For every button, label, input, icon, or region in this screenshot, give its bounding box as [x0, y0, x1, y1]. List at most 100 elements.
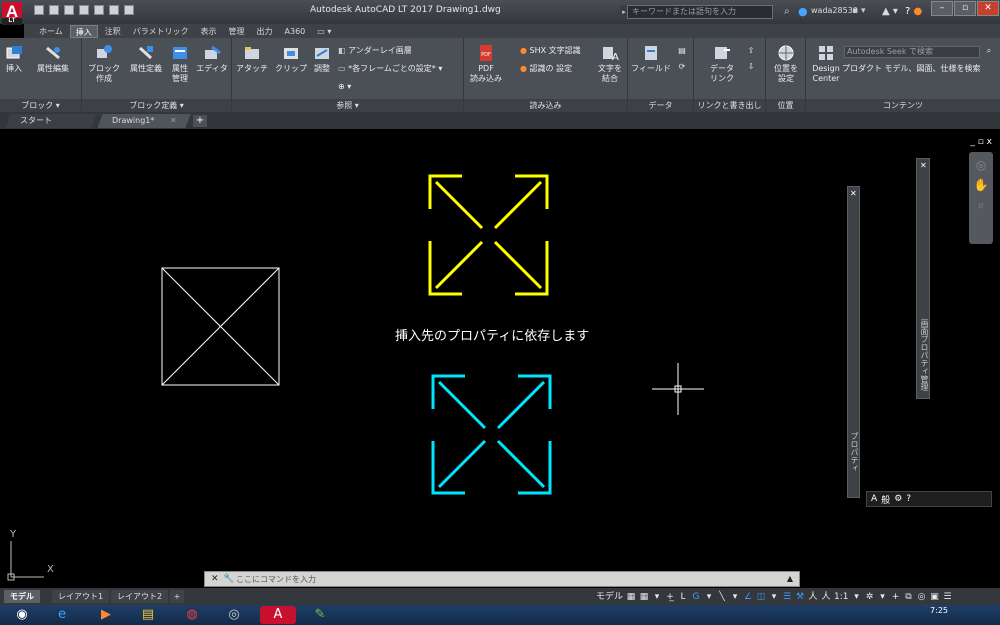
shx-recognition-button[interactable]: ● SHX 文字認識 [520, 46, 581, 56]
clip-button[interactable]: クリップ [274, 44, 308, 74]
frame-settings-dropdown[interactable]: ▭ *各フレームごとの設定* ▾ [338, 64, 442, 74]
command-line-close-icon[interactable]: ✕ [211, 574, 219, 584]
data-link-button[interactable]: データ リンク [704, 44, 740, 84]
add-layout-button[interactable]: + [170, 590, 184, 603]
tab-more[interactable]: ▭ ▾ [312, 25, 336, 38]
user-icon[interactable]: ● [798, 5, 810, 18]
tab-start[interactable]: スタート [5, 114, 97, 128]
tab-annotate[interactable]: 注釈 [100, 25, 126, 38]
tab-a360[interactable]: A360 [280, 25, 311, 38]
table-icon[interactable]: ▤ [675, 46, 689, 56]
screen-properties-palette-collapsed[interactable]: ✕ 画面プロパティ管理 [916, 158, 930, 399]
block-white[interactable] [161, 267, 280, 386]
redo-icon[interactable] [124, 5, 134, 15]
lineweight-icon[interactable]: ☰ [782, 591, 792, 603]
paint-icon[interactable]: ✎ [302, 606, 338, 624]
palette-close-icon[interactable]: ✕ [920, 161, 927, 170]
steering-wheel-icon[interactable]: ◎ [969, 158, 993, 172]
quick-properties-icon[interactable]: ⧉ [904, 591, 914, 603]
annotation-monitor-icon[interactable]: ⚒ [795, 591, 805, 603]
seek-search-input[interactable]: Autodesk Seek で検索 [844, 46, 980, 58]
autocad-taskbar-icon[interactable]: A [260, 606, 296, 624]
units-icon[interactable]: + [891, 591, 901, 603]
panel-block-definition-title[interactable]: ブロック定義 ▾ [82, 99, 231, 112]
object-snap-icon[interactable]: ◫ [756, 591, 766, 603]
tray-clock[interactable]: 7:25 [930, 606, 948, 615]
seek-search-icon[interactable]: ⌕ [982, 46, 996, 56]
recognition-settings-button[interactable]: ● 認識の 設定 [520, 64, 572, 74]
download-icon[interactable]: ⇩ [744, 62, 758, 72]
design-center-button[interactable]: Design Center [810, 44, 842, 84]
start-button[interactable]: ◉ [4, 606, 40, 624]
command-input[interactable]: ここにコマンドを入力 [236, 574, 316, 585]
snap-dropdown-icon[interactable]: ▾ [652, 591, 662, 603]
command-history-icon[interactable]: ▲ [787, 574, 793, 583]
help-icon[interactable]: ? ● [905, 5, 929, 18]
chrome-icon[interactable]: ◍ [174, 606, 210, 624]
binoculars-icon[interactable]: ⌕ [784, 6, 796, 17]
minimize-button[interactable]: – [931, 1, 953, 16]
tab-output[interactable]: 出力 [252, 25, 278, 38]
customization-menu-icon[interactable]: ☰ [943, 591, 953, 603]
ortho-icon[interactable]: L [678, 591, 688, 603]
layout-tab-1[interactable]: レイアウト1 [52, 590, 110, 603]
zoom-icon[interactable]: ⌕ [969, 198, 993, 213]
a360-icon[interactable]: ▲ ▾ [882, 5, 900, 18]
tab-view[interactable]: 表示 [196, 25, 222, 38]
tab-close-icon[interactable]: ✕ [170, 114, 177, 128]
isolate-objects-icon[interactable]: ◎ [917, 591, 927, 603]
polar-tracking-icon[interactable]: G [691, 591, 701, 603]
manage-attribute-button[interactable]: 属性 管理 [168, 44, 192, 84]
layout-tab-2[interactable]: レイアウト2 [111, 590, 169, 603]
pdf-import-button[interactable]: PDF PDF 読み込み [468, 44, 504, 84]
block-cyan[interactable] [431, 374, 552, 495]
clean-screen-icon[interactable]: ▣ [930, 591, 940, 603]
edit-attribute-button[interactable]: 属性編集 [32, 44, 74, 74]
new-tab-button[interactable]: + [193, 115, 207, 127]
save-icon[interactable] [64, 5, 74, 15]
isodraft-icon[interactable]: ╲ [717, 591, 727, 603]
pan-hand-icon[interactable]: ✋ [969, 178, 993, 192]
field-button[interactable]: フィールド [630, 44, 672, 74]
ime-mode-icon[interactable]: A [871, 494, 877, 504]
tab-parametric[interactable]: パラメトリック [128, 25, 194, 38]
navigation-bar[interactable]: ◎ ✋ ⌕ [969, 152, 993, 244]
command-line[interactable]: ✕ 🔧 ここにコマンドを入力 ▲ [204, 571, 800, 587]
annotation-scale[interactable]: 1:1 [834, 591, 848, 603]
file-explorer-icon[interactable]: ▤ [130, 606, 166, 624]
set-location-button[interactable]: 位置を 設定 [768, 44, 804, 84]
app-icon[interactable]: ◎ [216, 606, 252, 624]
layout-tab-model[interactable]: モデル [4, 590, 40, 603]
adjust-button[interactable]: 調整 [310, 44, 334, 74]
grid-icon[interactable]: ▦ [626, 591, 636, 603]
undo-icon[interactable] [109, 5, 119, 15]
polar-dropdown-icon[interactable]: ▾ [704, 591, 714, 603]
ime-tools-icon[interactable]: ⚙ [894, 494, 902, 504]
palette-close-icon[interactable]: ✕ [850, 189, 857, 198]
annotation-visibility-icon[interactable]: 人 [808, 591, 818, 603]
save-as-icon[interactable] [79, 5, 89, 15]
isodraft-dropdown-icon[interactable]: ▾ [730, 591, 740, 603]
properties-palette-collapsed[interactable]: ✕ プロパティ [847, 186, 860, 498]
open-file-icon[interactable] [49, 5, 59, 15]
search-input[interactable]: キーワードまたは語句を入力 [627, 5, 773, 19]
app-menu-button[interactable]: A LT [2, 2, 22, 25]
panel-reference-title[interactable]: 参照 ▾ [232, 99, 463, 112]
workspace-dropdown-icon[interactable]: ▾ [878, 591, 888, 603]
object-snap-dropdown-icon[interactable]: ▾ [769, 591, 779, 603]
ime-help-icon[interactable]: ? [906, 494, 911, 504]
tab-manage[interactable]: 管理 [224, 25, 250, 38]
snap-underlay-dropdown[interactable]: ⊕ ▾ [338, 82, 351, 92]
new-file-icon[interactable] [34, 5, 44, 15]
ime-toolbar[interactable]: A 般 ⚙ ? [866, 491, 992, 507]
maximize-button[interactable]: ▫ [954, 1, 976, 16]
product-models-link[interactable]: プロダクト モデル、図面、仕様を検索 [842, 64, 981, 74]
user-name[interactable]: wada28530 [811, 6, 858, 15]
viewport-controls[interactable]: _ ▫ x [970, 137, 992, 147]
snap-icon[interactable]: ▦ [639, 591, 649, 603]
tab-home[interactable]: ホーム [34, 25, 68, 38]
auto-scale-icon[interactable]: 人 [821, 591, 831, 603]
cart-icon[interactable]: ▪ ▾ [852, 5, 878, 18]
model-space-toggle[interactable]: モデル [596, 591, 623, 603]
define-attribute-button[interactable]: 属性定義 [128, 44, 164, 74]
